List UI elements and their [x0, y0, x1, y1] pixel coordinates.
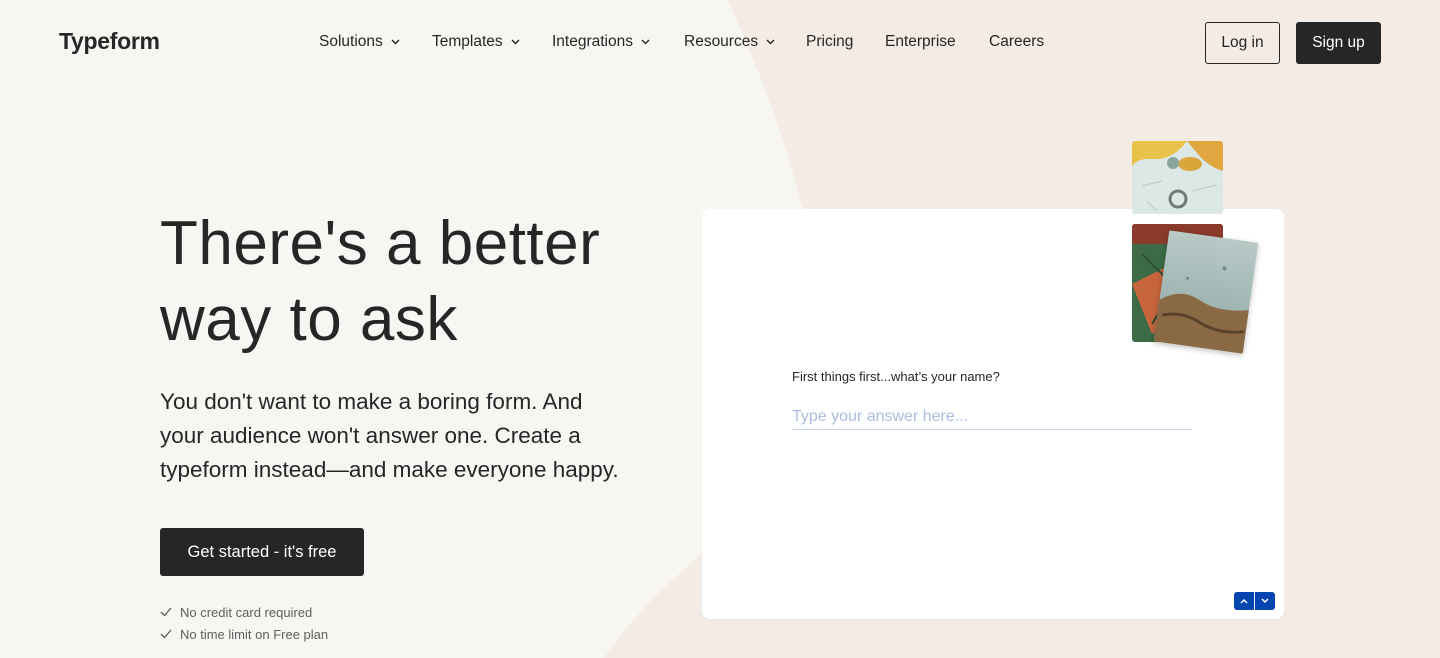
nav-solutions[interactable]: Solutions [319, 33, 400, 51]
previous-question-button[interactable] [1234, 592, 1254, 610]
hero-subtitle: You don't want to make a boring form. An… [160, 385, 640, 487]
chevron-down-icon [391, 39, 400, 45]
chevron-down-icon [1261, 598, 1269, 604]
nav-enterprise-label: Enterprise [885, 33, 956, 50]
hero-title-line-1: There's a better [160, 209, 601, 278]
decorative-photo-ocean [1153, 230, 1259, 354]
hero-title-line-2: way to ask [160, 285, 458, 354]
signup-button[interactable]: Sign up [1296, 22, 1381, 64]
perk-text: No credit card required [180, 604, 313, 620]
next-question-button[interactable] [1255, 592, 1275, 610]
nav-pricing-label: Pricing [806, 33, 854, 50]
site-header: Typeform Solutions Templates Integration… [0, 0, 1440, 86]
nav-pricing[interactable]: Pricing [806, 33, 853, 51]
nav-resources[interactable]: Resources [684, 33, 775, 51]
get-started-button[interactable]: Get started - it's free [160, 528, 364, 576]
nav-solutions-label: Solutions [319, 33, 383, 50]
chevron-up-icon [1240, 598, 1248, 604]
check-icon [160, 629, 172, 639]
perk-item: No credit card required [160, 601, 328, 623]
perk-text: No time limit on Free plan [180, 626, 329, 642]
chevron-down-icon [641, 39, 650, 45]
hero-subtitle-line-3: typeform instead—and make everyone happy… [160, 457, 619, 482]
nav-enterprise[interactable]: Enterprise [885, 33, 956, 51]
hero-title: There's a better way to ask [160, 206, 680, 358]
check-icon [160, 607, 172, 617]
form-nav-arrows [1234, 592, 1275, 610]
nav-integrations-label: Integrations [552, 33, 633, 50]
form-question: First things first...what’s your name? [792, 369, 1000, 384]
perk-item: No time limit on Free plan [160, 623, 328, 645]
nav-careers-label: Careers [989, 33, 1045, 50]
hero-subtitle-line-1: You don't want to make a boring form. An… [160, 389, 583, 414]
login-button[interactable]: Log in [1205, 22, 1280, 64]
chevron-down-icon [511, 39, 520, 45]
answer-input[interactable] [792, 405, 1192, 430]
hero-subtitle-line-2: your audience won't answer one. Create a [160, 423, 581, 448]
nav-careers[interactable]: Careers [989, 33, 1044, 51]
nav-templates-label: Templates [432, 33, 503, 50]
nav-resources-label: Resources [684, 33, 759, 50]
nav-templates[interactable]: Templates [432, 33, 520, 51]
perks-list: No credit card required No time limit on… [160, 601, 328, 645]
main-nav: Solutions Templates Integrations Resourc… [0, 0, 1100, 86]
decorative-photo-table [1132, 141, 1223, 214]
chevron-down-icon [766, 39, 775, 45]
nav-integrations[interactable]: Integrations [552, 33, 650, 51]
